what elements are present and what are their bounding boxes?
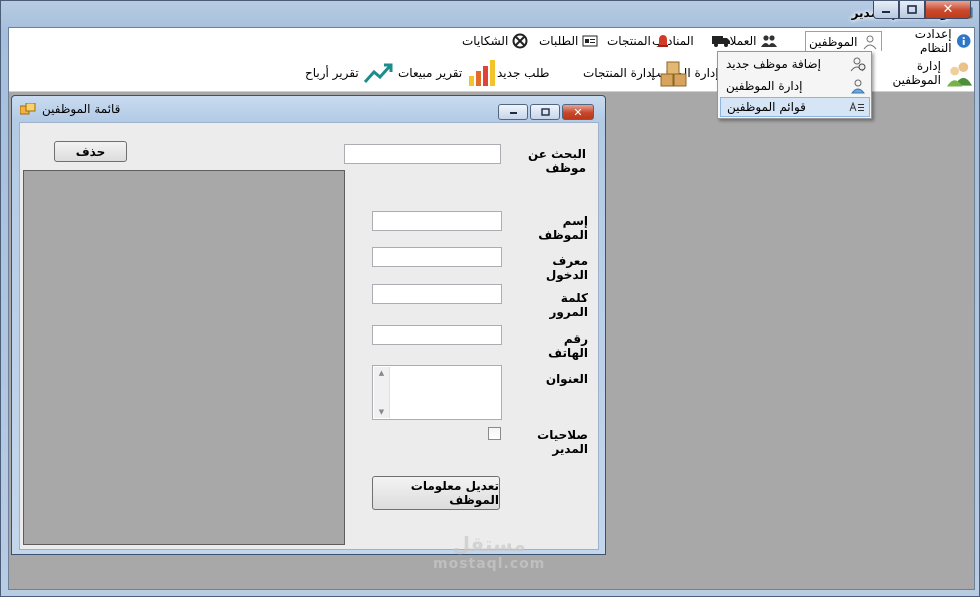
menu-employees-label: الموظفين (809, 34, 858, 49)
close-icon: ✕ (942, 2, 954, 17)
toolbar-manage-products-label: إدارة المنتجات (583, 66, 655, 80)
menu-complaints[interactable]: الشكايات (459, 31, 531, 51)
password-label: كلمة المرور (549, 291, 589, 319)
watermark: مستقل mostaql.com (433, 534, 545, 574)
delete-button-label: حذف (75, 144, 106, 159)
minimize-icon (509, 112, 517, 114)
child-window-title: قائمة الموظفين (42, 102, 121, 116)
bar-chart-icon (469, 60, 496, 86)
menu-manage-employees-label: إدارة الموظفين (726, 79, 803, 93)
toolbar-manage-employees[interactable]: إدارة الموظفين (867, 57, 974, 89)
toolbar-sales-report[interactable]: تقرير مبيعات (398, 57, 496, 89)
address-label: العنوان (545, 372, 588, 386)
phone-label: رقم الهاتف (548, 332, 588, 360)
phone-field[interactable] (372, 325, 502, 345)
toolbar-manage-products[interactable]: إدارة المنتجات (583, 57, 689, 89)
main-window: لوحة تحكم المدير ✕ إعدادت النظام (0, 0, 980, 597)
update-employee-button-label: تعديل معلومات الموظف (410, 479, 499, 507)
toolbar-manage-employees-label: إدارة الموظفين (892, 59, 941, 87)
employees-form: حذف البحث عن موظف إسم الموظف معرف الدخول… (19, 122, 599, 550)
admin-permissions-label: صلاحيات المدير (537, 428, 588, 456)
people-icon (946, 62, 973, 87)
close-icon: ✕ (573, 105, 583, 119)
info-icon (956, 34, 971, 48)
search-input[interactable] (344, 144, 501, 164)
maximize-icon (540, 108, 550, 116)
users-icon (760, 35, 777, 47)
employee-name-label: إسم الموظف (538, 214, 588, 242)
minimize-button[interactable] (873, 1, 899, 19)
delete-button[interactable]: حذف (54, 141, 127, 162)
update-employee-button[interactable]: تعديل معلومات الموظف (372, 476, 500, 510)
toolbar-new-order[interactable]: طلب جديد (497, 57, 549, 89)
close-button[interactable]: ✕ (925, 1, 971, 19)
child-maximize-button[interactable] (530, 104, 560, 120)
search-label: البحث عن موظف (527, 147, 586, 175)
boxes-icon (660, 61, 687, 87)
form-icon (582, 35, 598, 47)
menu-complaints-label: الشكايات (462, 34, 509, 48)
menu-employees-lists-label: قوائم الموظفين (727, 100, 806, 114)
trend-icon (363, 63, 393, 84)
admin-permissions-checkbox[interactable] (488, 427, 501, 440)
menu-products-label: المنتجات (607, 34, 651, 48)
maximize-icon (907, 5, 917, 14)
menu-products[interactable]: المنتجات (604, 31, 674, 51)
circle-icon (512, 33, 528, 49)
title-bar[interactable]: لوحة تحكم المدير ✕ (1, 1, 980, 27)
employees-dropdown-menu: إضافة موظف جديد إدارة الموظفين قوائم الم… (717, 51, 872, 119)
child-window-controls: ✕ (498, 104, 594, 120)
window-icon (20, 103, 36, 115)
menu-orders-label: الطلبات (539, 34, 579, 48)
menu-add-employee[interactable]: إضافة موظف جديد (720, 54, 870, 74)
menu-manage-employees[interactable]: إدارة الموظفين (720, 76, 870, 96)
bell-icon (657, 35, 668, 47)
child-title-bar[interactable]: قائمة الموظفين ✕ (12, 96, 605, 122)
manage-users-icon (850, 79, 866, 94)
address-textarea[interactable]: ▲ ▼ (372, 365, 502, 420)
menu-employees-lists[interactable]: قوائم الموظفين (720, 97, 870, 117)
list-icon (849, 101, 864, 112)
child-minimize-button[interactable] (498, 104, 528, 120)
window-controls: ✕ (873, 1, 971, 19)
toolbar-profit-report[interactable]: تقرير أرباح (305, 57, 393, 89)
employee-name-field[interactable] (372, 211, 502, 231)
menu-system-settings-label: إعدادت النظام (914, 27, 952, 55)
menu-employees[interactable]: الموظفين (805, 31, 882, 51)
toolbar-sales-report-label: تقرير مبيعات (398, 66, 463, 80)
minimize-icon (882, 10, 890, 13)
menu-system-settings[interactable]: إعدادت النظام (879, 27, 974, 55)
toolbar-new-order-label: طلب جديد (497, 66, 550, 80)
add-user-icon (850, 57, 866, 72)
employees-grid[interactable] (23, 170, 345, 545)
textarea-scrollbar[interactable]: ▲ ▼ (374, 367, 390, 418)
login-id-field[interactable] (372, 247, 502, 267)
user-icon (863, 35, 876, 49)
password-field[interactable] (372, 284, 502, 304)
employees-list-window: قائمة الموظفين ✕ حذف البحث عن موظف إسم ا… (11, 95, 606, 555)
toolbar-profit-report-label: تقرير أرباح (305, 66, 359, 80)
login-id-label: معرف الدخول (545, 254, 588, 282)
scroll-up-icon[interactable]: ▲ (379, 369, 384, 377)
watermark-latin: mostaql.com (433, 556, 546, 572)
child-close-button[interactable]: ✕ (562, 104, 594, 120)
menu-add-employee-label: إضافة موظف جديد (726, 57, 821, 71)
scroll-down-icon[interactable]: ▼ (379, 408, 384, 416)
menu-orders[interactable]: الطلبات (536, 31, 601, 51)
truck-icon (712, 36, 730, 47)
maximize-button[interactable] (899, 1, 925, 19)
watermark-arabic: مستقل (452, 532, 526, 556)
